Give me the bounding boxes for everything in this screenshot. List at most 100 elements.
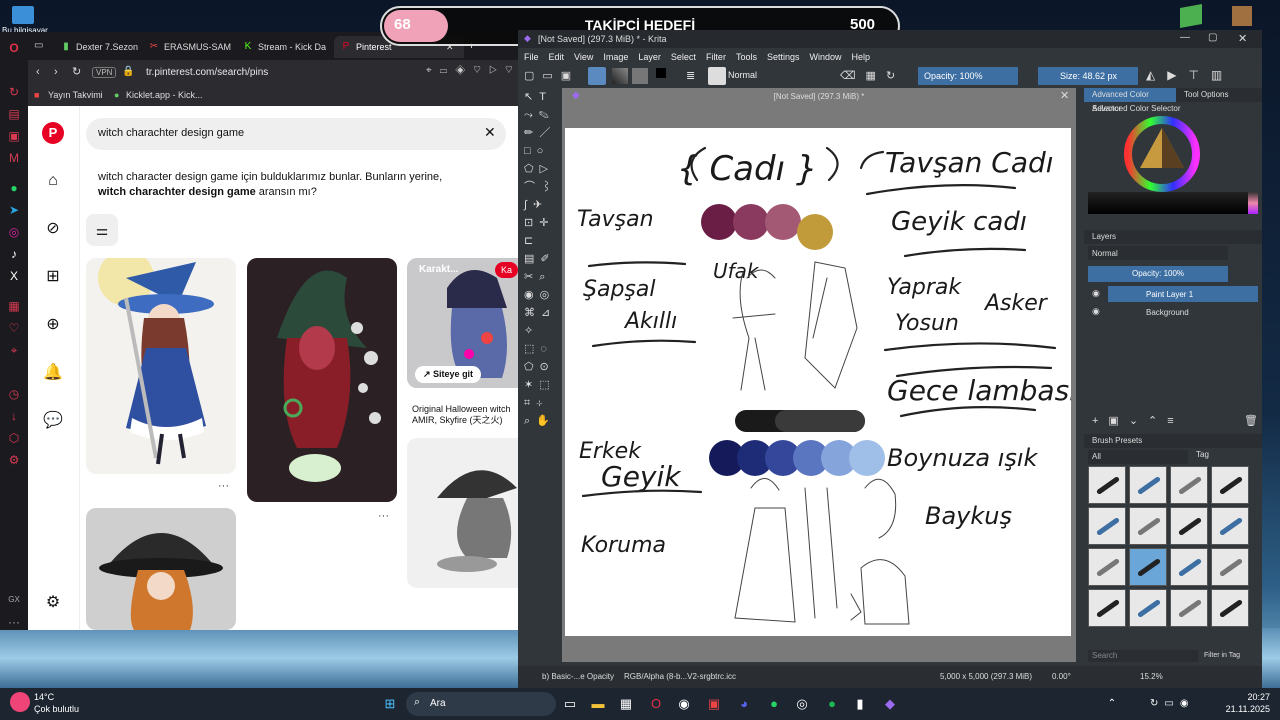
cube-icon[interactable]: ⬡ [6,430,22,446]
size-slider[interactable]: Size: 48.62 px [1038,67,1138,85]
menu-edit[interactable]: Edit [549,52,565,62]
app-box-icon[interactable] [1232,6,1252,26]
close-icon[interactable]: ✕ [484,124,496,141]
brush-preset-icon[interactable] [1088,548,1126,586]
brush-presets-icon[interactable]: ≣ [686,69,695,82]
save-button[interactable]: Ka [495,262,519,278]
toolbox-icons[interactable]: ↖T ⤳✎ ✏／ □○ ⬠▷ ⌒⌇ ∫✈ ⊡✛ ⊏ ▤✐ ✂⌕ ◉◎ ⌘⊿ ✧ ⬚◌ ⬠⊙ ✶⬚ ⌗⊹ ⌕✋ [518,88,562,430]
pin-icon[interactable]: ⌖ [6,342,22,358]
spotify-icon[interactable]: ● [824,696,840,712]
gx-icon[interactable]: GX [6,592,22,608]
brush-preset-icon[interactable] [1170,589,1208,627]
boards-icon[interactable]: ⊞ [42,266,64,288]
notifications-icon[interactable]: 🔔 [42,362,64,384]
brush-preset-icon[interactable] [1211,466,1249,504]
menu-layer[interactable]: Layer [638,52,661,62]
more-options-icon[interactable]: ··· [378,510,389,522]
tool-options-tab[interactable]: Tool Options [1176,88,1262,102]
github-icon[interactable]: ◎ [794,696,810,712]
hue-strip[interactable] [1248,192,1258,214]
this-pc-icon[interactable] [12,6,34,24]
menu-settings[interactable]: Settings [767,52,800,62]
brush-preset-icon[interactable] [1129,589,1167,627]
eye-icon[interactable]: ◉ [1092,306,1100,317]
brush-tag-select[interactable]: Tag [1196,450,1209,459]
brush-preset-icon[interactable] [1211,589,1249,627]
home-icon[interactable]: ⌂ [42,170,64,192]
tab-overview-icon[interactable]: ▭ [34,40,43,51]
tab-dexter[interactable]: ▮ Dexter 7.Sezon 3 [54,36,138,58]
vpn-badge[interactable]: VPN [92,67,117,78]
opera-logo-icon[interactable]: O [6,40,22,56]
brush-preset-icon[interactable] [1170,548,1208,586]
minecraft-icon[interactable] [1180,4,1202,28]
gaming-icon[interactable]: ▣ [6,128,22,144]
more-icon[interactable]: ··· [6,614,22,630]
opera-gx-icon[interactable]: O [648,696,664,712]
weather-icon[interactable] [10,692,30,712]
bookmark-item[interactable]: Kicklet.app - Kick... [126,90,203,100]
menu-view[interactable]: View [574,52,593,62]
search-bar[interactable]: witch charachter design game ✕ [86,118,506,150]
tray-chevron-icon[interactable]: ⌃ [1104,696,1120,712]
settings-icon[interactable]: ⚙ [6,452,22,468]
explore-icon[interactable]: ⊘ [42,218,64,240]
brush-preset-icon[interactable] [1170,507,1208,545]
more-options-icon[interactable]: ··· [218,480,229,492]
instagram-icon[interactable]: ◎ [6,224,22,240]
tiktok-icon[interactable]: ♪ [6,246,22,262]
pin-card[interactable] [86,508,236,630]
brush-preset-icon[interactable] [1129,466,1167,504]
document-close-icon[interactable]: ✕ [1060,89,1069,102]
apps-icon[interactable]: ▦ [6,298,22,314]
telegram-icon[interactable]: ➤ [6,202,22,218]
brush-preset-icon[interactable] [1211,548,1249,586]
whatsapp-icon[interactable]: ● [6,180,22,196]
eraser-alpha-reload-icon[interactable]: ⌫▦↻ [840,69,905,82]
app-red-icon[interactable]: ▣ [706,696,722,712]
brush-preview-icon[interactable] [708,67,726,85]
brush-search-input[interactable]: Search [1088,650,1198,662]
x-icon[interactable]: X [6,268,22,284]
pattern-icon[interactable] [632,68,648,84]
file-explorer-icon[interactable]: ▬ [590,696,606,712]
delete-layer-icon[interactable]: 🗑 [1244,414,1258,427]
pin-title[interactable]: Original Halloween witch AMIR, Skyfire (… [412,404,520,426]
windows-start-icon[interactable]: ⊞ [382,696,398,712]
layer-row-background[interactable]: Background [1108,304,1258,320]
discord-icon[interactable]: ◕ [736,696,752,712]
maximize-icon[interactable]: ▢ [1208,32,1217,43]
back-icon[interactable]: ‹ [36,66,40,78]
color-history-strip[interactable] [1088,192,1252,214]
url-field[interactable]: tr.pinterest.com/search/pins [146,67,268,78]
brush-preset-icon[interactable] [1088,466,1126,504]
blend-mode-select[interactable]: Normal [728,70,828,80]
pin-card[interactable] [247,258,397,502]
brush-preset-icon[interactable] [1129,548,1167,586]
tab-erasmus[interactable]: ✂ ERASMUS-SAM [142,36,232,58]
menu-help[interactable]: Help [852,52,871,62]
search-input[interactable]: witch charachter design game [98,127,244,139]
layer-actions-icon[interactable]: +▣⌄⌃≡ [1092,414,1184,427]
brush-preset-grid[interactable] [1088,466,1252,646]
brush-preset-icon[interactable] [1088,507,1126,545]
clock-icon[interactable]: ◷ [6,386,22,402]
eye-icon[interactable]: ◉ [1092,288,1100,299]
address-actions-icon[interactable]: ⌖▭◈♡▷♡ [426,65,521,76]
steam-icon[interactable]: ◉ [676,696,692,712]
brush-preset-icon[interactable] [1088,589,1126,627]
suggestion-link[interactable]: witch charachter design game [98,186,256,198]
layer-row-paint[interactable]: Paint Layer 1 [1108,286,1258,302]
whatsapp-icon[interactable]: ● [766,696,782,712]
menu-tools[interactable]: Tools [736,52,757,62]
pinterest-logo-icon[interactable]: P [42,122,64,144]
messenger-icon[interactable]: M [6,150,22,166]
color-wheel[interactable] [1122,114,1202,194]
settings-icon[interactable]: ⚙ [42,592,64,614]
menu-select[interactable]: Select [671,52,696,62]
gradient-icon[interactable] [612,68,628,84]
app-dark-icon[interactable]: ▮ [852,696,868,712]
mirror-wrap-icon[interactable]: ◭▶⊤▥ [1146,68,1234,82]
task-view-icon[interactable]: ▭ [562,696,578,712]
reload-icon[interactable]: ↻ [72,65,81,78]
